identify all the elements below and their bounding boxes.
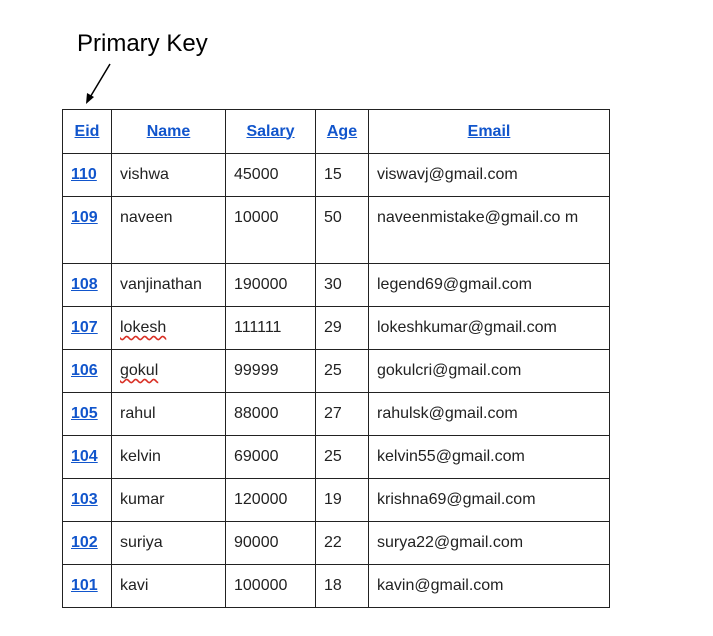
salary-cell: 99999	[225, 349, 316, 393]
header-age[interactable]: Age	[315, 109, 369, 154]
email-cell: surya22@gmail.com	[368, 521, 610, 565]
table-row: 104 kelvin 69000 25 kelvin55@gmail.com	[62, 435, 610, 479]
name-cell: gokul	[111, 349, 226, 393]
salary-cell: 69000	[225, 435, 316, 479]
age-cell: 30	[315, 263, 369, 307]
table-row: 107 lokesh 111111 29 lokeshkumar@gmail.c…	[62, 306, 610, 350]
email-cell: lokeshkumar@gmail.com	[368, 306, 610, 350]
table-row: 103 kumar 120000 19 krishna69@gmail.com	[62, 478, 610, 522]
age-cell: 50	[315, 196, 369, 264]
age-cell: 19	[315, 478, 369, 522]
salary-cell: 45000	[225, 153, 316, 197]
email-cell: rahulsk@gmail.com	[368, 392, 610, 436]
age-cell: 18	[315, 564, 369, 608]
salary-cell: 100000	[225, 564, 316, 608]
eid-cell[interactable]: 110	[62, 153, 112, 197]
annotation-arrow-icon	[86, 63, 111, 104]
eid-cell[interactable]: 104	[62, 435, 112, 479]
eid-cell[interactable]: 102	[62, 521, 112, 565]
eid-cell[interactable]: 108	[62, 263, 112, 307]
salary-cell: 10000	[225, 196, 316, 264]
table-row: 101 kavi 100000 18 kavin@gmail.com	[62, 564, 610, 608]
eid-cell[interactable]: 109	[62, 196, 112, 264]
name-text: gokul	[120, 362, 159, 379]
table-row: 105 rahul 88000 27 rahulsk@gmail.com	[62, 392, 610, 436]
name-cell: naveen	[111, 196, 226, 264]
age-cell: 25	[315, 349, 369, 393]
table-row: 106 gokul 99999 25 gokulcri@gmail.com	[62, 349, 610, 393]
eid-cell[interactable]: 105	[62, 392, 112, 436]
age-cell: 27	[315, 392, 369, 436]
name-cell: kelvin	[111, 435, 226, 479]
email-cell: legend69@gmail.com	[368, 263, 610, 307]
age-cell: 25	[315, 435, 369, 479]
header-salary[interactable]: Salary	[225, 109, 316, 154]
email-cell: viswavj@gmail.com	[368, 153, 610, 197]
header-eid[interactable]: Eid	[62, 109, 112, 154]
name-cell: suriya	[111, 521, 226, 565]
name-cell: kumar	[111, 478, 226, 522]
age-cell: 15	[315, 153, 369, 197]
header-name[interactable]: Name	[111, 109, 226, 154]
name-cell: vanjinathan	[111, 263, 226, 307]
eid-cell[interactable]: 103	[62, 478, 112, 522]
table-row: 108 vanjinathan 190000 30 legend69@gmail…	[62, 263, 610, 307]
eid-cell[interactable]: 101	[62, 564, 112, 608]
salary-cell: 190000	[225, 263, 316, 307]
email-cell: naveenmistake@gmail.co m	[368, 196, 610, 264]
salary-cell: 120000	[225, 478, 316, 522]
email-cell: kavin@gmail.com	[368, 564, 610, 608]
age-cell: 22	[315, 521, 369, 565]
age-cell: 29	[315, 306, 369, 350]
document-canvas: Primary Key Eid Name Salary Age Email 11…	[0, 0, 713, 636]
name-cell: vishwa	[111, 153, 226, 197]
name-cell: kavi	[111, 564, 226, 608]
email-cell: gokulcri@gmail.com	[368, 349, 610, 393]
table-row: 110 vishwa 45000 15 viswavj@gmail.com	[62, 153, 610, 197]
salary-cell: 90000	[225, 521, 316, 565]
email-cell: kelvin55@gmail.com	[368, 435, 610, 479]
table-header-row: Eid Name Salary Age Email	[62, 109, 610, 154]
table-row: 109 naveen 10000 50 naveenmistake@gmail.…	[62, 196, 610, 264]
email-cell: krishna69@gmail.com	[368, 478, 610, 522]
eid-cell[interactable]: 107	[62, 306, 112, 350]
primary-key-annotation: Primary Key	[77, 30, 208, 57]
table-row: 102 suriya 90000 22 surya22@gmail.com	[62, 521, 610, 565]
eid-cell[interactable]: 106	[62, 349, 112, 393]
salary-cell: 111111	[225, 306, 316, 350]
name-cell: lokesh	[111, 306, 226, 350]
name-cell: rahul	[111, 392, 226, 436]
email-text: naveenmistake@gmail.co m	[377, 209, 579, 226]
name-text: lokesh	[120, 319, 167, 336]
header-email[interactable]: Email	[368, 109, 610, 154]
salary-cell: 88000	[225, 392, 316, 436]
employee-table: Eid Name Salary Age Email 110 vishwa 450…	[62, 109, 610, 608]
